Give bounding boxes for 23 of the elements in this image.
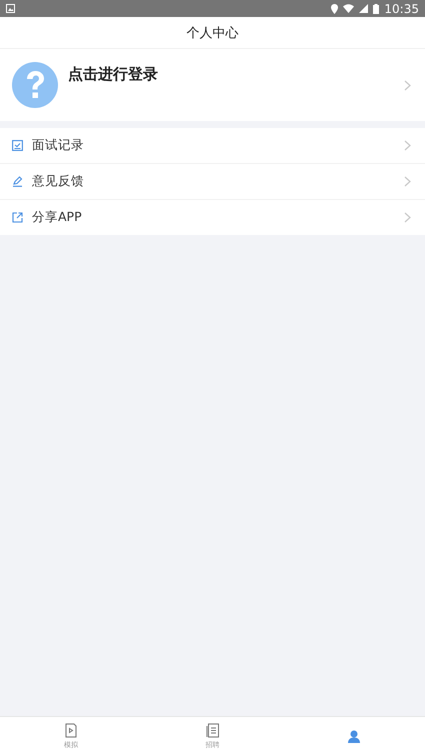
battery-icon: [373, 4, 380, 14]
menu-item[interactable]: 意见反馈: [0, 163, 425, 199]
pencil-icon: [12, 176, 23, 187]
image-icon: [6, 4, 15, 13]
status-time: 10:35: [384, 2, 419, 16]
wifi-icon: [343, 4, 354, 13]
login-row[interactable]: 点击进行登录: [0, 49, 425, 121]
location-icon: [331, 4, 338, 14]
video-file-icon: [64, 723, 78, 738]
page-title: 个人中心: [186, 24, 238, 42]
menu-item[interactable]: 分享APP: [0, 199, 425, 235]
chevron-icon: [404, 212, 411, 223]
chevron-icon: [404, 176, 411, 187]
login-prompt: 点击进行登录: [68, 65, 159, 84]
person-icon: [347, 729, 362, 744]
chevron-icon: [404, 80, 411, 90]
share-icon: [12, 212, 23, 223]
chevron-icon: [404, 140, 411, 151]
signal-icon: [359, 4, 368, 13]
question-avatar-icon: [12, 62, 58, 108]
menu-item[interactable]: 面试记录: [0, 128, 425, 163]
checklist-icon: [12, 140, 23, 151]
document-list-icon: [206, 723, 220, 738]
